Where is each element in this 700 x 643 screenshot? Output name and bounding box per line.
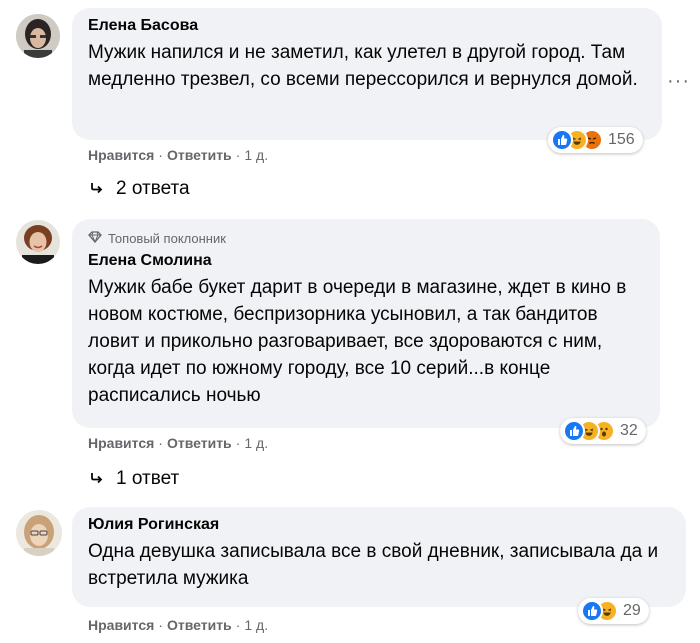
view-replies-button[interactable]: 2 ответа <box>90 178 190 200</box>
comment-author[interactable]: Юлия Рогинская <box>88 516 670 534</box>
like-reaction-icon <box>563 420 585 442</box>
timestamp[interactable]: 1 д. <box>244 147 268 163</box>
replies-count: 2 ответа <box>116 178 190 199</box>
separator: · <box>235 147 241 163</box>
timestamp[interactable]: 1 д. <box>244 435 268 451</box>
view-replies-button[interactable]: 1 ответ <box>90 468 179 490</box>
diamond-icon <box>88 231 102 246</box>
reactions-count: 156 <box>608 131 635 148</box>
separator: · <box>235 617 241 633</box>
comment-bubble: Топовый поклонник Елена Смолина Мужик ба… <box>72 219 660 428</box>
comment-author[interactable]: Елена Смолина <box>88 252 644 270</box>
reply-arrow-icon <box>90 468 104 490</box>
reply-button[interactable]: Ответить <box>167 617 232 633</box>
separator: · <box>158 435 163 451</box>
reply-arrow-icon <box>90 178 104 200</box>
badge-label: Топовый поклонник <box>108 231 226 246</box>
timestamp[interactable]: 1 д. <box>244 617 268 633</box>
reply-button[interactable]: Ответить <box>167 435 232 451</box>
avatar[interactable] <box>16 510 62 556</box>
reactions-summary[interactable]: 29 <box>578 598 649 624</box>
replies-count: 1 ответ <box>116 468 180 489</box>
like-button[interactable]: Нравится <box>88 435 154 451</box>
avatar[interactable] <box>16 220 60 264</box>
more-horizontal-icon[interactable]: ··· <box>667 70 690 93</box>
reactions-summary[interactable]: 32 <box>560 418 646 444</box>
top-fan-badge[interactable]: Топовый поклонник <box>88 231 644 246</box>
comment-bubble: Юлия Рогинская Одна девушка записывала в… <box>72 507 686 607</box>
comment-actions: Нравится · Ответить · 1 д. <box>88 435 268 451</box>
comment-author[interactable]: Елена Басова <box>88 17 646 35</box>
avatar[interactable] <box>16 14 60 58</box>
like-button[interactable]: Нравится <box>88 147 154 163</box>
reactions-count: 29 <box>623 602 641 619</box>
comment-bubble: Елена Басова Мужик напился и не заметил,… <box>72 8 662 140</box>
reactions-summary[interactable]: 156 <box>548 127 643 153</box>
comment-text: Одна девушка записывала все в свой дневн… <box>88 541 659 589</box>
comment-text: Мужик напился и не заметил, как улетел в… <box>88 42 638 90</box>
reactions-count: 32 <box>620 422 638 439</box>
like-reaction-icon <box>551 129 573 151</box>
like-reaction-icon <box>581 600 603 622</box>
separator: · <box>235 435 241 451</box>
reply-button[interactable]: Ответить <box>167 147 232 163</box>
comment-actions: Нравится · Ответить · 1 д. <box>88 147 268 163</box>
comment-text: Мужик бабе букет дарит в очереди в магаз… <box>88 277 627 406</box>
like-button[interactable]: Нравится <box>88 617 154 633</box>
separator: · <box>158 617 163 633</box>
comment-actions: Нравится · Ответить · 1 д. <box>88 617 268 633</box>
separator: · <box>158 147 163 163</box>
